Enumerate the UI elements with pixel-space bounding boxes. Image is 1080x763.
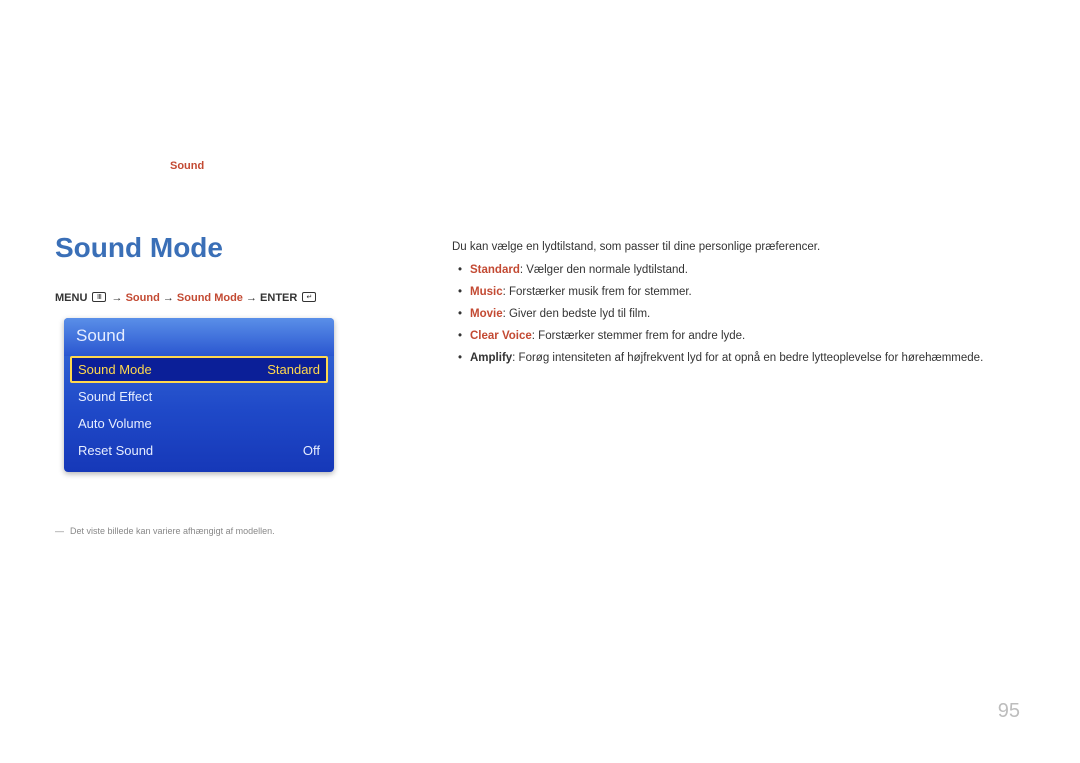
desc-item-amplify: Amplify: Forøg intensiteten af højfrekve… [452, 349, 1022, 368]
osd-row-sound-effect[interactable]: Sound Effect [70, 383, 328, 410]
osd-label: Sound Mode [78, 362, 152, 377]
enter-icon: ↵ [302, 292, 316, 302]
desc-text: : Forstærker stemmer frem for andre lyde… [532, 330, 745, 342]
osd-list: Sound Mode Standard Sound Effect Auto Vo… [64, 356, 334, 472]
osd-row-reset-sound[interactable]: Reset Sound Off [70, 437, 328, 464]
desc-intro: Du kan vælge en lydtilstand, som passer … [452, 238, 1022, 257]
description-block: Du kan vælge en lydtilstand, som passer … [452, 238, 1022, 371]
breadcrumb-enter: ENTER [260, 292, 297, 304]
osd-label: Sound Effect [78, 389, 152, 404]
desc-item-movie: Movie: Giver den bedste lyd til film. [452, 305, 1022, 324]
breadcrumb-arrow-2: → [163, 292, 177, 304]
footnote-dash: ― [55, 526, 64, 536]
breadcrumb-arrow-3: → [246, 292, 260, 304]
desc-text: : Vælger den normale lydtilstand. [520, 264, 688, 276]
footnote-text: Det viste billede kan variere afhængigt … [70, 526, 275, 536]
desc-text: : Forstærker musik frem for stemmer. [503, 286, 692, 298]
desc-item-clear-voice: Clear Voice: Forstærker stemmer frem for… [452, 327, 1022, 346]
breadcrumb: MENU Ⅲ → Sound → Sound Mode → ENTER ↵ [55, 292, 318, 304]
desc-text: : Forøg intensiteten af højfrekvent lyd … [512, 352, 983, 364]
breadcrumb-sound-mode: Sound Mode [177, 292, 243, 304]
page-number: 95 [998, 700, 1020, 723]
osd-value: Standard [267, 362, 320, 377]
desc-term: Music [470, 286, 503, 298]
page-root: Sound Sound Mode MENU Ⅲ → Sound → Sound … [0, 0, 1080, 763]
osd-row-auto-volume[interactable]: Auto Volume [70, 410, 328, 437]
desc-list: Standard: Vælger den normale lydtilstand… [452, 261, 1022, 368]
desc-term: Standard [470, 264, 520, 276]
osd-value: Off [303, 443, 320, 458]
osd-header: Sound [64, 318, 334, 356]
desc-item-standard: Standard: Vælger den normale lydtilstand… [452, 261, 1022, 280]
osd-label: Auto Volume [78, 416, 152, 431]
menu-icon: Ⅲ [92, 292, 106, 302]
chapter-label: Sound [170, 160, 204, 172]
osd-panel: Sound Sound Mode Standard Sound Effect A… [64, 318, 334, 472]
breadcrumb-menu: MENU [55, 292, 87, 304]
desc-text: : Giver den bedste lyd til film. [503, 308, 651, 320]
desc-term: Amplify [470, 352, 512, 364]
desc-term: Clear Voice [470, 330, 532, 342]
breadcrumb-arrow-1: → [112, 292, 126, 304]
footnote: ― Det viste billede kan variere afhængigt… [55, 526, 275, 536]
desc-term: Movie [470, 308, 503, 320]
osd-label: Reset Sound [78, 443, 153, 458]
desc-item-music: Music: Forstærker musik frem for stemmer… [452, 283, 1022, 302]
breadcrumb-sound: Sound [126, 292, 160, 304]
osd-row-sound-mode[interactable]: Sound Mode Standard [70, 356, 328, 383]
section-title: Sound Mode [55, 232, 223, 264]
